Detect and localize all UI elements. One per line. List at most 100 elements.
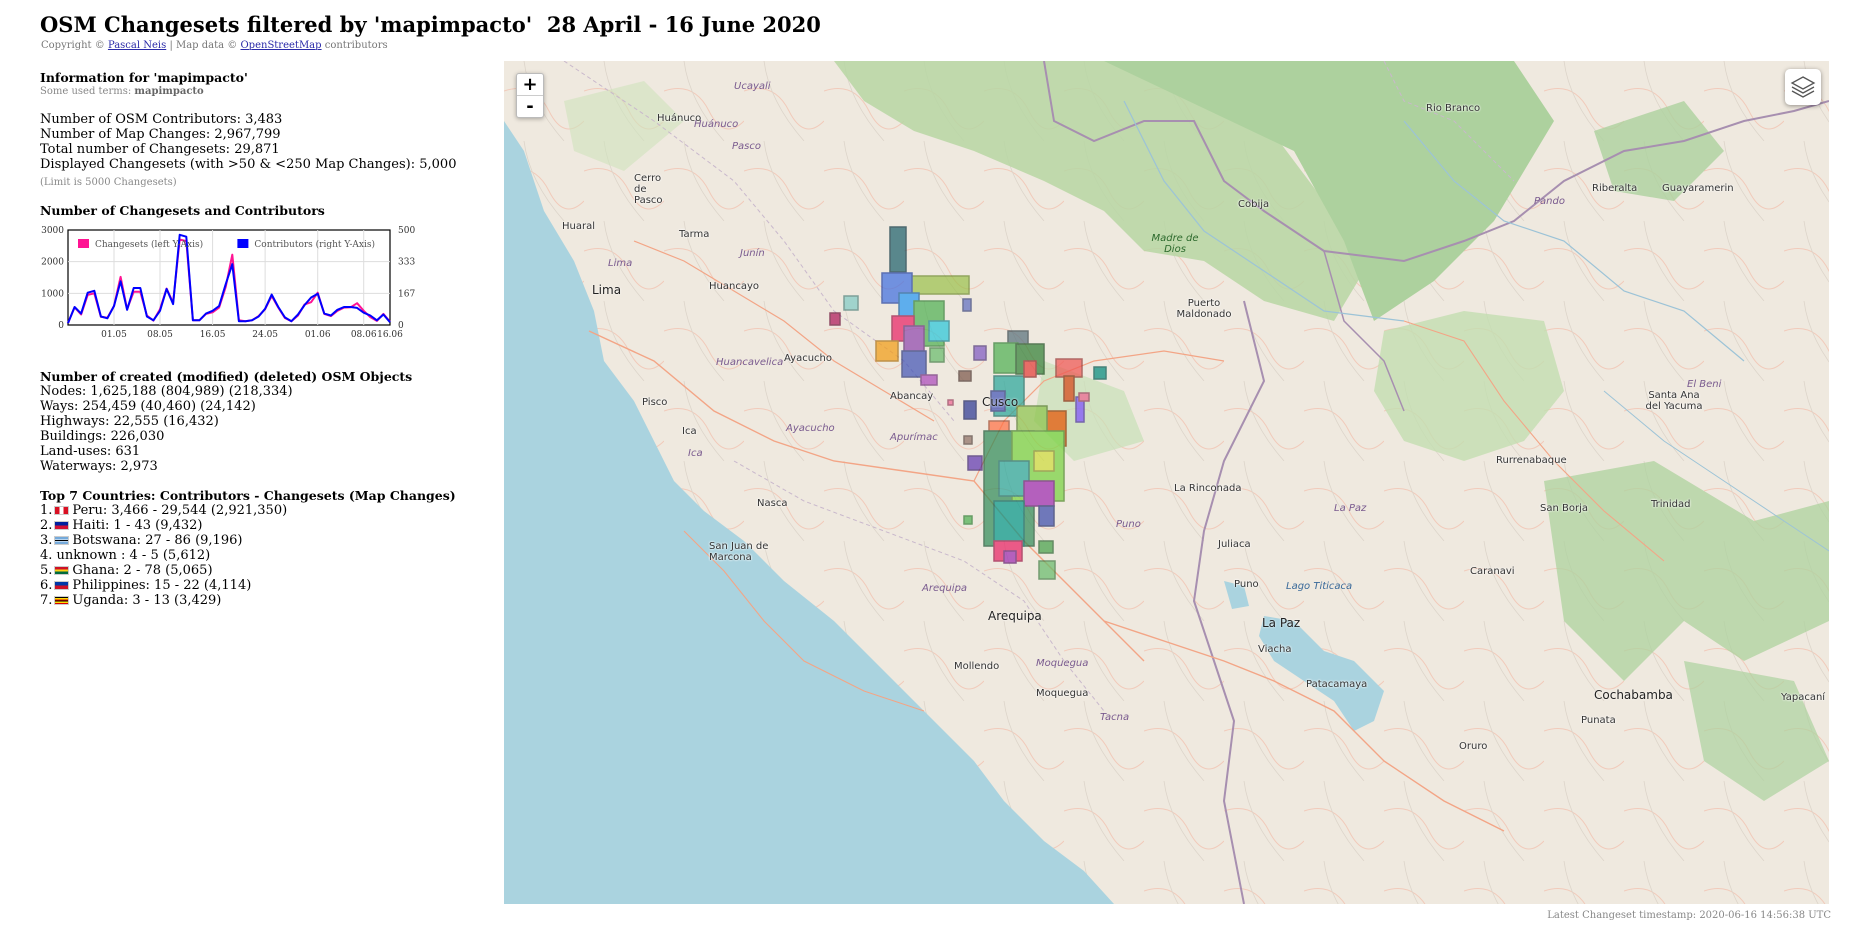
map-place: Rurrenabaque [1496,455,1567,466]
objects-buildings: Buildings: 226,030 [40,429,165,444]
map-region: El Beni [1687,379,1722,390]
map-place: Tarma [679,229,710,240]
y-left-tick-label: 2000 [41,258,64,268]
map-place: Huancayo [709,281,759,292]
legend-label: Changesets (left Y-Axis) [95,239,203,250]
country-rank: 3. [40,533,53,548]
info-panel: Information for 'mapimpacto' Some used t… [40,70,470,608]
objects-landuses: Land-uses: 631 [40,444,141,459]
info-heading: Information for 'mapimpacto' [40,70,248,85]
legend-swatch [78,239,89,248]
x-tick-label: 08.05 [147,330,173,340]
legend-label: Contributors (right Y-Axis) [254,239,375,250]
y-left-tick-label: 1000 [41,289,64,299]
map-place: Huaral [562,221,596,232]
country-stats: Philippines: 15 - 22 (4,114) [72,578,252,593]
x-tick-label: 16.06 [377,330,403,340]
map-region: Huancavelica [716,357,784,368]
map-place: Oruro [1459,741,1488,752]
map-forest-label: Madre de Dios [1151,233,1199,255]
map-place: Mollendo [954,661,1000,672]
objects-nodes: Nodes: 1,625,188 (804,989) (218,334) [40,384,293,399]
map-place: Cobija [1238,199,1270,210]
stat-map-changes: Number of Map Changes: 2,967,799 [40,127,281,142]
map-place: Riberalta [1592,183,1638,194]
map-place: Yapacaní [1781,692,1826,703]
map-region: Junín [740,248,765,259]
country-stats: Botswana: 27 - 86 (9,196) [72,533,243,548]
map-region: Tacna [1100,712,1130,723]
map-region: Moquegua [1036,658,1089,669]
map-region: Pando [1534,196,1565,207]
stat-contributors: Number of OSM Contributors: 3,483 [40,112,283,127]
map-place: La Rinconada [1174,483,1242,494]
country-rank: 1. [40,503,53,518]
zoom-in-button[interactable]: + [517,74,543,95]
stat-displayed: Displayed Changesets (with >50 & <250 Ma… [40,157,457,172]
y-left-tick-label: 3000 [41,226,64,236]
map-place: San Juan de Marcona [709,541,769,563]
map-region: Huánuco [694,119,739,130]
country-rank: 4. [40,548,53,563]
legend-swatch [237,239,249,248]
chart-svg: 3000200010000500333167001.05 08.05 16.05 24… [41,226,415,340]
map-place: Juliaca [1218,539,1251,550]
map-city-cusco: Cusco [982,395,1019,409]
map-region: Pasco [732,141,761,152]
map-city-arequipa: Arequipa [988,609,1042,623]
map-region: Ayacucho [786,423,835,434]
copyright-prefix: Copyright © [41,40,105,51]
flag-philippines-icon [54,581,70,590]
x-tick-label: 08.06 [351,330,377,340]
country-rank: 5. [40,563,53,578]
copyright-mid: | Map data © [169,40,238,51]
y-right-tick-label: 500 [398,226,415,236]
latest-timestamp: Latest Changeset timestamp: 2020-06-16 1… [1547,910,1831,921]
author-link[interactable]: Pascal Neis [108,40,166,51]
map-place: Ayacucho [784,353,832,364]
map-region: Apurímac [890,432,938,443]
country-row: 4. unknown : 4 - 5 (5,612) [40,548,470,563]
objects-heading: Number of created (modified) (deleted) O… [40,369,413,384]
flag-peru-icon [54,506,70,515]
layers-button[interactable] [1785,69,1821,105]
map-region: La Paz [1334,503,1367,514]
flag-botswana-icon [54,536,70,545]
map-place: Cerro de Pasco [634,173,663,206]
country-rank: 6. [40,578,53,593]
map-place: Trinidad [1651,499,1691,510]
copyright-line: Copyright © Pascal Neis | Map data © Ope… [41,40,388,51]
country-stats: Uganda: 3 - 13 (3,429) [72,593,222,608]
flag-ghana-icon [54,566,70,575]
map-place: Ica [682,426,697,437]
map-city-lapaz: La Paz [1262,616,1301,630]
map-place: Patacamaya [1306,679,1368,690]
layers-icon [1790,76,1816,98]
x-tick-label: 24.05 [252,330,278,340]
x-tick-label: 01.06 [305,330,331,340]
map-place: Moquegua [1036,688,1089,699]
countries-heading: Top 7 Countries: Contributors - Changese… [40,488,456,503]
limit-note: (Limit is 5000 Changesets) [40,177,177,188]
map-region: Ucayali [734,81,771,92]
country-row: 3. Botswana: 27 - 86 (9,196) [40,533,470,548]
zoom-out-button[interactable]: - [517,95,543,117]
zoom-control: + - [516,73,544,118]
country-row: 2. Haiti: 1 - 43 (9,432) [40,518,470,533]
map-place: Puno [1234,579,1259,590]
map-place: San Borja [1540,503,1588,514]
terms-line: Some used terms: mapimpacto [40,85,470,98]
map-region: Ica [688,448,703,459]
map-view[interactable]: + - Lima Arequipa La Paz Cochabamba Cusc… [504,61,1829,904]
flag-uganda-icon [54,596,70,605]
x-tick-label: 16.05 [200,330,226,340]
chart-heading: Number of Changesets and Contributors [40,203,325,218]
country-stats: Peru: 3,466 - 29,544 (2,921,350) [72,503,288,518]
y-left-tick-label: 0 [58,321,64,331]
country-row: 6. Philippines: 15 - 22 (4,114) [40,578,470,593]
y-right-tick-label: 167 [398,289,415,299]
stat-changesets: Total number of Changesets: 29,871 [40,142,280,157]
osm-link[interactable]: OpenStreetMap [240,40,321,51]
country-list: 1. Peru: 3,466 - 29,544 (2,921,350) 2. Hait… [40,503,470,608]
country-rank: 7. [40,593,53,608]
